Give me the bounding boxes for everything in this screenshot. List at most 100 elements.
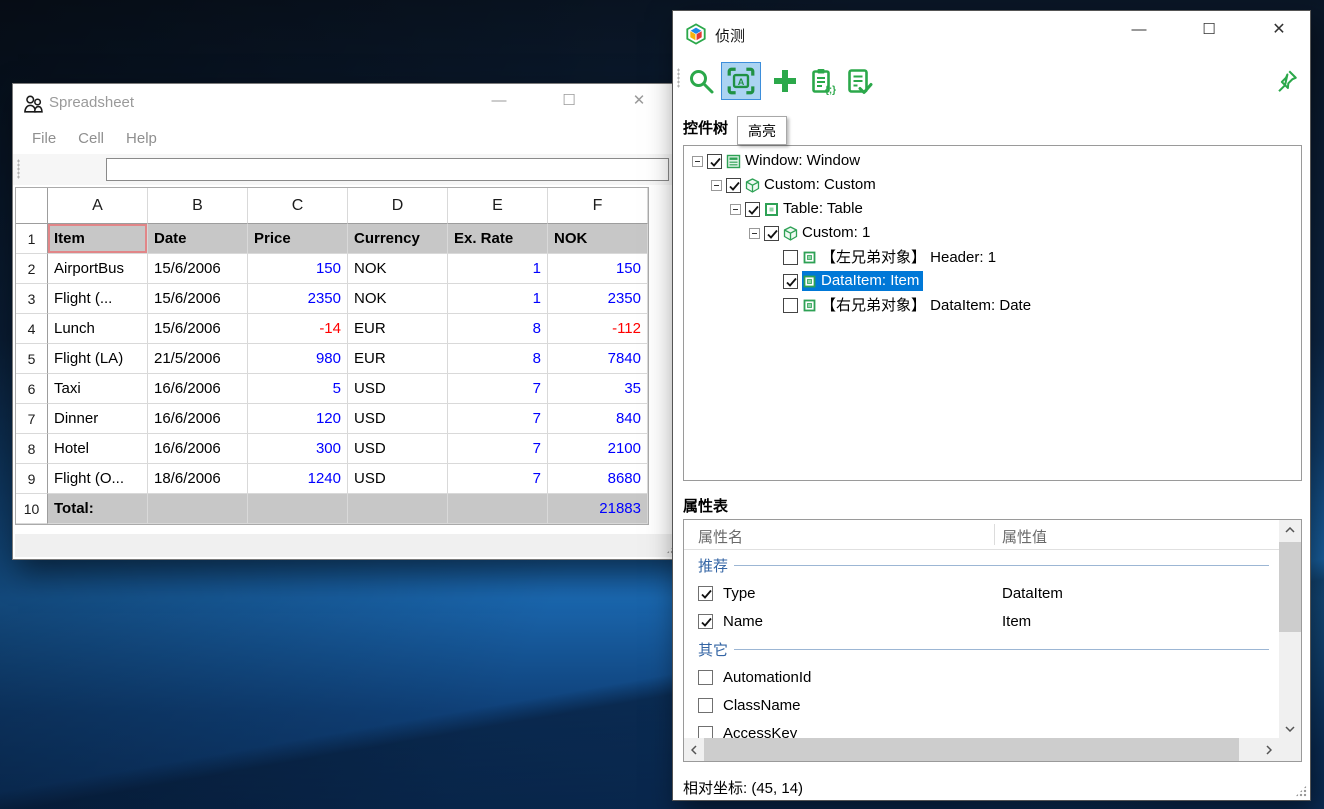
tree-node[interactable]: DataItem: Item [684, 269, 1301, 293]
tree-node-body[interactable]: Table: Table [764, 199, 866, 219]
cell-E5[interactable]: 8 [448, 344, 548, 374]
inspector-maximize-button[interactable]: ☐ [1186, 11, 1232, 47]
row-number-7[interactable]: 7 [16, 404, 48, 434]
cell-D9[interactable]: USD [348, 464, 448, 494]
cell-D6[interactable]: USD [348, 374, 448, 404]
cell-A6[interactable]: Taxi [48, 374, 148, 404]
column-divider[interactable] [994, 524, 995, 545]
cell-F8[interactable]: 2100 [548, 434, 648, 464]
tree-node[interactable]: 【左兄弟对象】 Header: 1 [684, 245, 1301, 269]
tree-node-checkbox[interactable] [783, 298, 798, 313]
toolbar-grip-icon[interactable] [17, 159, 20, 179]
copy-code-icon[interactable]: {;} [806, 65, 838, 97]
tree-node[interactable]: Custom: Custom [684, 173, 1301, 197]
column-header-E[interactable]: E [448, 188, 548, 224]
property-row-classname[interactable]: ClassName [684, 691, 1279, 719]
cell-B6[interactable]: 16/6/2006 [148, 374, 248, 404]
cell-D5[interactable]: EUR [348, 344, 448, 374]
pin-icon[interactable] [1271, 65, 1301, 97]
cell-E6[interactable]: 7 [448, 374, 548, 404]
cell-F10[interactable]: 21883 [548, 494, 648, 524]
cell-A9[interactable]: Flight (O... [48, 464, 148, 494]
cell-B8[interactable]: 16/6/2006 [148, 434, 248, 464]
tree-node-checkbox[interactable] [783, 274, 798, 289]
cell-E8[interactable]: 7 [448, 434, 548, 464]
cell-D2[interactable]: NOK [348, 254, 448, 284]
column-header-A[interactable]: A [48, 188, 148, 224]
cell-C5[interactable]: 980 [248, 344, 348, 374]
tree-node[interactable]: Window: Window [684, 149, 1301, 173]
tree-node-label[interactable]: 【右兄弟对象】 DataItem: Date [821, 293, 1034, 317]
cell-F3[interactable]: 2350 [548, 284, 648, 314]
tree-node-label[interactable]: DataItem: Item [821, 271, 923, 291]
tree-node-label[interactable]: Custom: 1 [802, 223, 873, 243]
cell-F1[interactable]: NOK [548, 224, 648, 254]
cell-F7[interactable]: 840 [548, 404, 648, 434]
cell-E1[interactable]: Ex. Rate [448, 224, 548, 254]
cell-D7[interactable]: USD [348, 404, 448, 434]
cell-D3[interactable]: NOK [348, 284, 448, 314]
property-checkbox[interactable] [698, 698, 713, 713]
tree-expander-icon[interactable] [692, 156, 703, 167]
scroll-right-icon[interactable] [1259, 738, 1279, 761]
cell-E4[interactable]: 8 [448, 314, 548, 344]
tree-node-label[interactable]: 【左兄弟对象】 Header: 1 [821, 245, 999, 269]
menu-item-help[interactable]: Help [115, 126, 168, 151]
cell-C1[interactable]: Price [248, 224, 348, 254]
tree-expander-icon[interactable] [749, 228, 760, 239]
cell-C3[interactable]: 2350 [248, 284, 348, 314]
property-row-name[interactable]: NameItem [684, 607, 1279, 635]
row-number-1[interactable]: 1 [16, 224, 48, 254]
cell-E7[interactable]: 7 [448, 404, 548, 434]
resize-grip-icon[interactable] [1295, 785, 1307, 797]
cell-B1[interactable]: Date [148, 224, 248, 254]
column-header-B[interactable]: B [148, 188, 248, 224]
cell-A7[interactable]: Dinner [48, 404, 148, 434]
row-number-5[interactable]: 5 [16, 344, 48, 374]
cell-D1[interactable]: Currency [348, 224, 448, 254]
property-row-accesskey[interactable]: AccessKey [684, 719, 1279, 738]
inspector-titlebar[interactable]: 侦测 — ☐ ✕ [673, 11, 1310, 56]
horizontal-scrollbar[interactable] [684, 738, 1301, 761]
cell-B10[interactable] [148, 494, 248, 524]
tree-node-body[interactable]: DataItem: Item [802, 271, 923, 291]
cell-B5[interactable]: 21/5/2006 [148, 344, 248, 374]
inspector-minimize-button[interactable]: — [1116, 11, 1162, 47]
vertical-scrollbar-thumb[interactable] [1279, 542, 1301, 632]
row-number-10[interactable]: 10 [16, 494, 48, 524]
cell-C8[interactable]: 300 [248, 434, 348, 464]
scroll-left-icon[interactable] [684, 738, 704, 761]
spreadsheet-titlebar[interactable]: Spreadsheet — ☐ ✕ [13, 84, 683, 123]
column-header-D[interactable]: D [348, 188, 448, 224]
spreadsheet-grid[interactable]: ABCDEF1ItemDatePriceCurrencyEx. RateNOK2… [15, 187, 649, 525]
scroll-up-icon[interactable] [1279, 520, 1301, 539]
scroll-down-icon[interactable] [1279, 719, 1301, 738]
menu-item-cell[interactable]: Cell [67, 126, 115, 151]
property-checkbox[interactable] [698, 726, 713, 739]
cell-B7[interactable]: 16/6/2006 [148, 404, 248, 434]
tree-node[interactable]: 【右兄弟对象】 DataItem: Date [684, 293, 1301, 317]
cell-D4[interactable]: EUR [348, 314, 448, 344]
vertical-scrollbar[interactable] [1279, 520, 1301, 738]
tree-node-body[interactable]: Window: Window [726, 151, 863, 171]
property-row-type[interactable]: TypeDataItem [684, 579, 1279, 607]
capture-highlight-icon[interactable]: A [721, 62, 761, 100]
menu-item-file[interactable]: File [21, 126, 67, 151]
validate-list-icon[interactable] [843, 65, 875, 97]
cell-A10[interactable]: Total: [48, 494, 148, 524]
tree-node[interactable]: Table: Table [684, 197, 1301, 221]
row-number-9[interactable]: 9 [16, 464, 48, 494]
cell-C4[interactable]: -14 [248, 314, 348, 344]
cell-C6[interactable]: 5 [248, 374, 348, 404]
tree-node-label[interactable]: Custom: Custom [764, 175, 879, 195]
toolbar-grip-icon[interactable] [677, 68, 680, 88]
property-checkbox[interactable] [698, 614, 713, 629]
tree-node-body[interactable]: Custom: 1 [783, 223, 873, 243]
grid-corner-cell[interactable] [16, 188, 48, 224]
cell-E3[interactable]: 1 [448, 284, 548, 314]
row-number-6[interactable]: 6 [16, 374, 48, 404]
cell-C10[interactable] [248, 494, 348, 524]
spreadsheet-maximize-button[interactable]: ☐ [546, 84, 592, 116]
search-icon[interactable] [685, 65, 717, 97]
add-icon[interactable] [769, 65, 801, 97]
